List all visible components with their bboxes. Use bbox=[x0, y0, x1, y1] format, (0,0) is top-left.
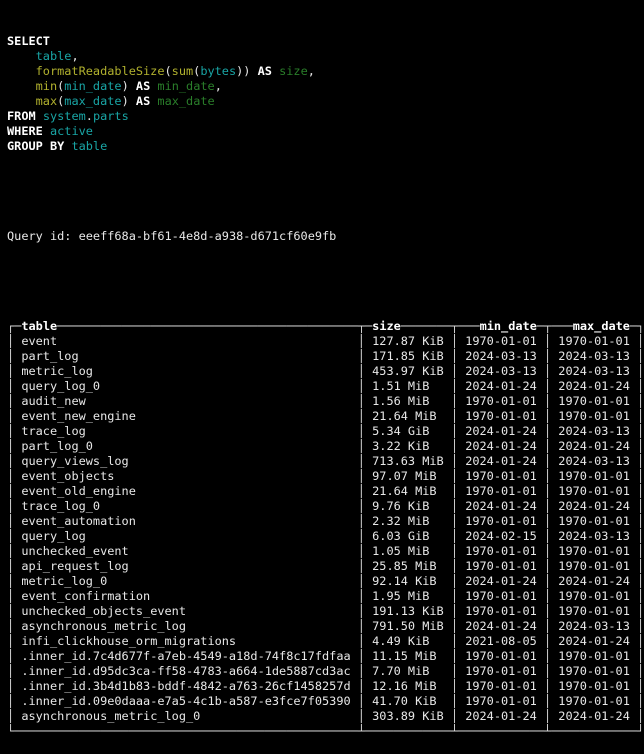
blank-line bbox=[7, 184, 644, 199]
table-row: │ metric_log_0 │ 92.14 KiB │ 2024-01-24 … bbox=[7, 574, 644, 589]
table-row: │ metric_log │ 453.97 KiB │ 2024-03-13 │… bbox=[7, 364, 644, 379]
table-row: │ event │ 127.87 KiB │ 1970-01-01 │ 1970… bbox=[7, 334, 644, 349]
table-row: │ audit_new │ 1.56 MiB │ 1970-01-01 │ 19… bbox=[7, 394, 644, 409]
table-bottom-border: └───────────────────────────────────────… bbox=[7, 724, 644, 739]
table-row: │ event_confirmation │ 1.95 MiB │ 1970-0… bbox=[7, 589, 644, 604]
sql-query: SELECT table, formatReadableSize(sum(byt… bbox=[7, 34, 644, 154]
table-row: │ event_automation │ 2.32 MiB │ 1970-01-… bbox=[7, 514, 644, 529]
table-row: │ trace_log │ 5.34 GiB │ 2024-01-24 │ 20… bbox=[7, 424, 644, 439]
sql-line: GROUP BY table bbox=[7, 139, 644, 154]
sql-line: min(min_date) AS min_date, bbox=[7, 79, 644, 94]
table-header-row: ┌─table─────────────────────────────────… bbox=[7, 319, 644, 334]
table-row: │ .inner_id.7c4d677f-a7eb-4549-a18d-74f8… bbox=[7, 649, 644, 664]
terminal-screen[interactable]: SELECT table, formatReadableSize(sum(byt… bbox=[0, 0, 644, 598]
table-row: │ event_old_engine │ 21.64 MiB │ 1970-01… bbox=[7, 484, 644, 499]
query-id-label: Query id: bbox=[7, 229, 71, 243]
query-id-value: eeeff68a-bf61-4e8d-a938-d671cf60e9fb bbox=[79, 229, 337, 243]
sql-line: max(max_date) AS max_date bbox=[7, 94, 644, 109]
table-row: │ query_log │ 6.03 GiB │ 2024-02-15 │ 20… bbox=[7, 529, 644, 544]
table-row: │ query_views_log │ 713.63 MiB │ 2024-01… bbox=[7, 454, 644, 469]
sql-line: WHERE active bbox=[7, 124, 644, 139]
sql-line: FROM system.parts bbox=[7, 109, 644, 124]
table-row: │ unchecked_objects_event │ 191.13 KiB │… bbox=[7, 604, 644, 619]
table-row: │ query_log_0 │ 1.51 MiB │ 2024-01-24 │ … bbox=[7, 379, 644, 394]
table-row: │ .inner_id.d95dc3ca-ff58-4783-a664-1de5… bbox=[7, 664, 644, 679]
table-row: │ unchecked_event │ 1.05 MiB │ 1970-01-0… bbox=[7, 544, 644, 559]
table-row: │ api_request_log │ 25.85 MiB │ 1970-01-… bbox=[7, 559, 644, 574]
sql-line: formatReadableSize(sum(bytes)) AS size, bbox=[7, 64, 644, 79]
results-table: ┌─table─────────────────────────────────… bbox=[7, 319, 644, 739]
table-row: │ .inner_id.3b4d1b83-bddf-4842-a763-26cf… bbox=[7, 679, 644, 694]
table-row: │ event_objects │ 97.07 MiB │ 1970-01-01… bbox=[7, 469, 644, 484]
table-row: │ .inner_id.09e0daaa-e7a5-4c1b-a587-e3fc… bbox=[7, 694, 644, 709]
table-row: │ asynchronous_metric_log_0 │ 303.89 KiB… bbox=[7, 709, 644, 724]
table-row: │ trace_log_0 │ 9.76 KiB │ 2024-01-24 │ … bbox=[7, 499, 644, 514]
sql-line: SELECT bbox=[7, 34, 644, 49]
query-id-line: Query id: eeeff68a-bf61-4e8d-a938-d671cf… bbox=[7, 229, 644, 244]
blank-line bbox=[7, 274, 644, 289]
sql-line: table, bbox=[7, 49, 644, 64]
table-row: │ part_log_0 │ 3.22 KiB │ 2024-01-24 │ 2… bbox=[7, 439, 644, 454]
table-row: │ asynchronous_metric_log │ 791.50 MiB │… bbox=[7, 619, 644, 634]
table-row: │ part_log │ 171.85 KiB │ 2024-03-13 │ 2… bbox=[7, 349, 644, 364]
table-row: │ infi_clickhouse_orm_migrations │ 4.49 … bbox=[7, 634, 644, 649]
table-row: │ event_new_engine │ 21.64 MiB │ 1970-01… bbox=[7, 409, 644, 424]
